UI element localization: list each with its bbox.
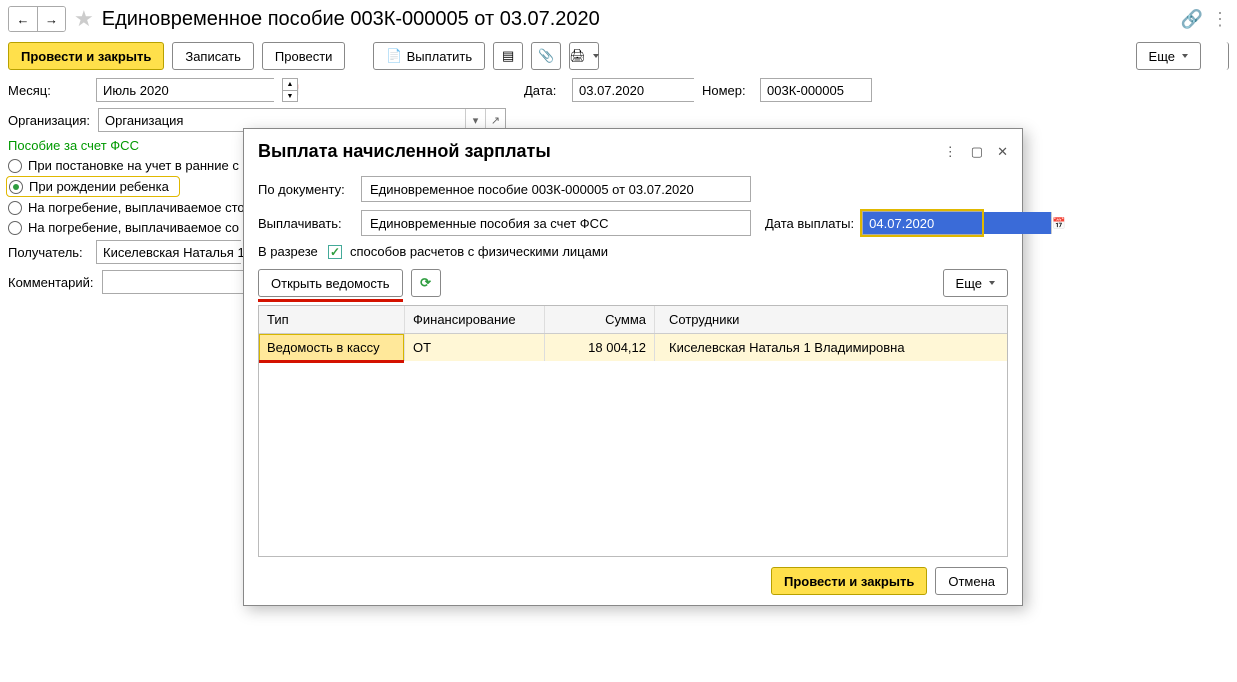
- calendar-icon[interactable]: 📅: [1051, 212, 1066, 234]
- maximize-icon[interactable]: ▢: [971, 144, 983, 160]
- cut-checkbox[interactable]: ✓: [328, 245, 342, 259]
- modal-more-button[interactable]: Еще: [943, 269, 1008, 297]
- pay-input[interactable]: [361, 210, 751, 236]
- close-icon[interactable]: ✕: [997, 144, 1008, 160]
- table-row[interactable]: Ведомость в кассу ОТ 18 004,12 Киселевск…: [259, 334, 1007, 361]
- refresh-button[interactable]: ⟳: [411, 269, 441, 297]
- col-emp[interactable]: Сотрудники: [654, 306, 1007, 333]
- modal-process-close-button[interactable]: Провести и закрыть: [771, 567, 927, 595]
- modal-cancel-button[interactable]: Отмена: [935, 567, 1008, 595]
- col-type[interactable]: Тип: [259, 306, 404, 333]
- payment-modal: Выплата начисленной зарплаты ⋮ ▢ ✕ По до…: [243, 128, 1023, 606]
- modal-title: Выплата начисленной зарплаты: [258, 141, 551, 162]
- pay-label: Выплачивать:: [258, 216, 353, 231]
- paydate-label: Дата выплаты:: [765, 216, 854, 231]
- cut-label: В разрезе: [258, 244, 320, 259]
- payment-table: Тип Финансирование Сумма Сотрудники Ведо…: [258, 305, 1008, 557]
- chevron-down-icon: [989, 281, 995, 285]
- cell-fin: ОТ: [404, 334, 544, 361]
- more-vertical-icon[interactable]: ⋮: [944, 144, 957, 160]
- cell-emp: Киселевская Наталья 1 Владимировна: [654, 334, 1007, 361]
- cell-type[interactable]: Ведомость в кассу: [259, 334, 404, 361]
- col-fin[interactable]: Финансирование: [404, 306, 544, 333]
- cut-check-label: способов расчетов с физическими лицами: [350, 244, 608, 259]
- doc-label: По документу:: [258, 182, 353, 197]
- open-statement-button[interactable]: Открыть ведомость: [258, 269, 403, 297]
- paydate-input[interactable]: 📅: [862, 211, 982, 235]
- col-sum[interactable]: Сумма: [544, 306, 654, 333]
- doc-input[interactable]: [361, 176, 751, 202]
- cell-sum: 18 004,12: [544, 334, 654, 361]
